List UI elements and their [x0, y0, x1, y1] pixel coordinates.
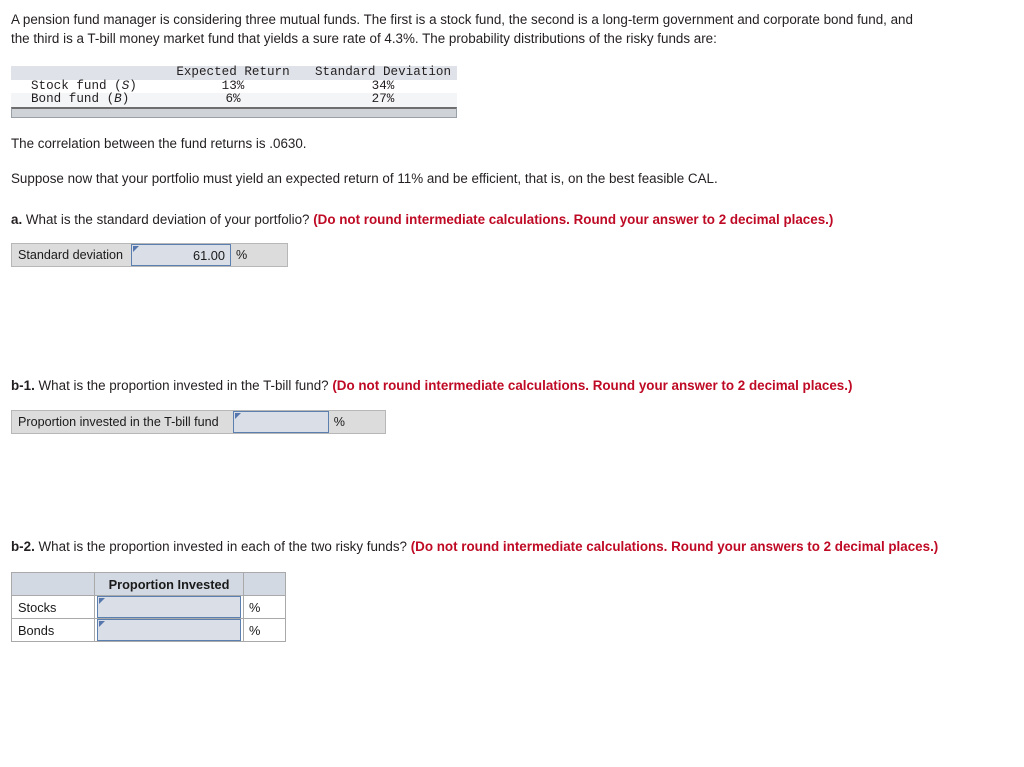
answer-strip-spacer-b1: [351, 411, 385, 433]
proportion-input-cell-bonds: [94, 618, 244, 643]
table-row: Bonds %: [11, 618, 286, 643]
proportion-row-label-stocks: Stocks: [11, 595, 95, 620]
proportion-col-unit-header: [243, 572, 286, 597]
proportion-input-cell-stocks: [94, 595, 244, 620]
problem-intro-text: A pension fund manager is considering th…: [11, 12, 913, 46]
worksheet-page: A pension fund manager is considering th…: [0, 0, 1024, 643]
proportion-col-main-header: Proportion Invested: [94, 572, 244, 597]
bonds-proportion-input[interactable]: [97, 619, 241, 642]
condition-text: Suppose now that your portfolio must yie…: [11, 171, 718, 187]
standard-deviation-input[interactable]: 61.00: [131, 244, 232, 267]
proportion-table-header-row: Proportion Invested: [11, 572, 286, 597]
answer-strip-spacer-a: [253, 244, 287, 266]
question-b1: b-1. What is the proportion invested in …: [11, 377, 941, 396]
answer-unit-tbill-proportion: %: [333, 414, 345, 429]
proportion-table-head: Proportion Invested: [11, 572, 286, 597]
fund-bond-expected-return: 6%: [225, 92, 241, 107]
fund-data-header-row: Expected Return Standard Deviation: [11, 65, 457, 80]
question-b2: b-2. What is the proportion invested in …: [11, 538, 941, 557]
question-b2-hint: (Do not round intermediate calculations.…: [410, 538, 939, 554]
answer-strip-tbill-proportion: Proportion invested in the T-bill fund %: [11, 409, 386, 434]
fund-name-bond-suffix: ): [121, 92, 130, 107]
question-a: a. What is the standard deviation of you…: [11, 211, 941, 230]
fund-data-table-head: Expected Return Standard Deviation: [11, 65, 457, 80]
proportion-col-blank-header: [11, 572, 95, 597]
table-row: Stocks %: [11, 595, 286, 620]
table-row: Stock fund (S) 13% 34%: [11, 78, 457, 94]
question-a-hint: (Do not round intermediate calculations.…: [313, 211, 834, 227]
correlation-text: The correlation between the fund returns…: [11, 135, 307, 151]
question-a-label: a.: [11, 211, 23, 227]
question-b1-label: b-1.: [11, 378, 35, 394]
proportion-invested-table: Proportion Invested Stocks % Bonds %: [11, 572, 286, 643]
fund-name-stock: Stock fund (S): [11, 78, 157, 94]
fund-name-bond: Bond fund (B): [11, 92, 157, 107]
question-a-text: What is the standard deviation of your p…: [22, 211, 314, 227]
fund-symbol-bond: B: [114, 92, 122, 107]
fund-name-bond-prefix: Bond fund (: [31, 92, 115, 107]
stocks-proportion-input[interactable]: [97, 596, 241, 619]
fund-data-table-wrapper: Expected Return Standard Deviation Stock…: [11, 65, 457, 118]
question-b1-text: What is the proportion invested in the T…: [34, 378, 333, 394]
proportion-unit-stocks: %: [243, 595, 286, 620]
fund-name-stock-prefix: Stock fund (: [31, 78, 122, 93]
answer-label-tbill-proportion: Proportion invested in the T-bill fund: [18, 414, 219, 429]
question-b2-label: b-2.: [11, 538, 35, 554]
proportion-row-label-bonds: Bonds: [11, 618, 95, 643]
question-b1-hint: (Do not round intermediate calculations.…: [332, 378, 853, 394]
fund-col-standard-deviation-header: Standard Deviation: [314, 65, 452, 79]
fund-stock-expected-return: 13%: [221, 78, 245, 93]
proportion-table-body: Stocks % Bonds %: [11, 595, 286, 643]
fund-data-table-footer-bar: [11, 106, 457, 118]
answer-label-standard-deviation: Standard deviation: [18, 248, 124, 263]
question-b2-text: What is the proportion invested in each …: [34, 538, 411, 554]
table-row: Bond fund (B) 6% 27%: [11, 92, 457, 107]
fund-bond-standard-deviation: 27%: [371, 92, 395, 107]
answer-unit-standard-deviation: %: [236, 248, 248, 263]
fund-stock-standard-deviation: 34%: [371, 78, 395, 93]
fund-name-stock-suffix: ): [129, 78, 137, 93]
answer-strip-standard-deviation: Standard deviation 61.00 %: [11, 243, 289, 268]
fund-data-table-body: Stock fund (S) 13% 34% Bond fund (B) 6% …: [11, 78, 457, 107]
fund-data-table: Expected Return Standard Deviation Stock…: [11, 65, 457, 107]
tbill-proportion-input[interactable]: [232, 410, 329, 433]
fund-col-expected-return-header: Expected Return: [176, 65, 290, 79]
proportion-unit-bonds: %: [243, 618, 286, 643]
answer-field-wrapper-standard-deviation: 61.00: [131, 244, 232, 267]
answer-field-wrapper-tbill-proportion: [232, 410, 329, 433]
fund-col-blank-header: [11, 66, 157, 80]
